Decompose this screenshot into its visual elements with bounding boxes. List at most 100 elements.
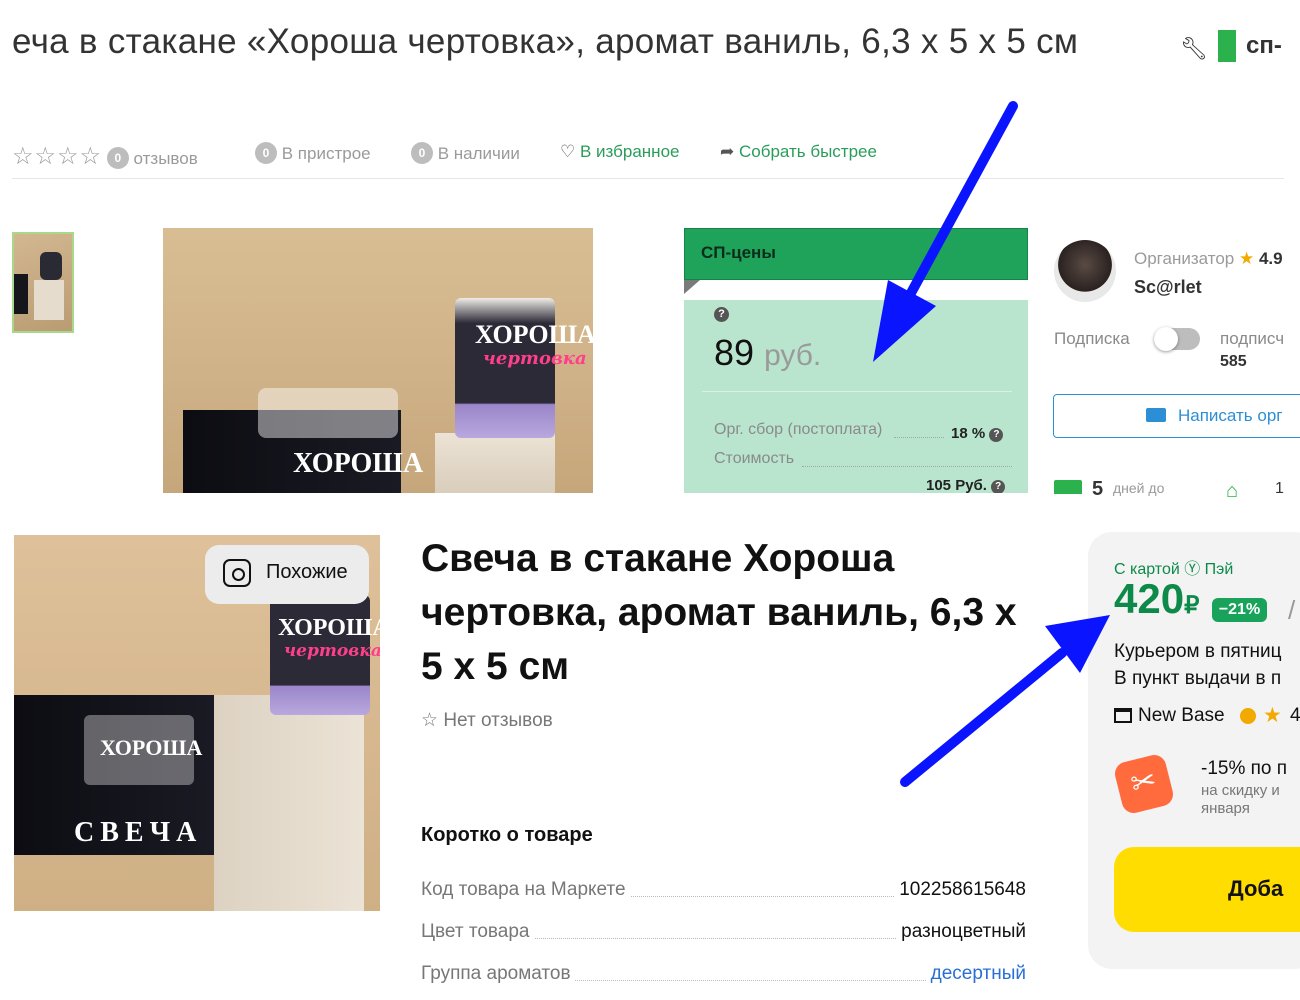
no-reviews[interactable]: ☆ Нет отзывов bbox=[421, 709, 553, 732]
days-label: дней до bbox=[1113, 480, 1165, 496]
sp-price: 89 руб. bbox=[714, 332, 821, 374]
help-icon[interactable]: ? bbox=[989, 428, 1004, 442]
divider bbox=[702, 391, 1012, 392]
in-stock-label: В наличии bbox=[437, 144, 520, 163]
scissors-icon: ✂ bbox=[1112, 752, 1176, 816]
similar-button[interactable]: Похожие bbox=[205, 545, 369, 604]
org-fee-label: Орг. сбор (постоплата) bbox=[714, 421, 883, 438]
no-reviews-label: Нет отзывов bbox=[443, 710, 553, 731]
candle-label-script: чертовка bbox=[284, 641, 380, 661]
price-slash: / bbox=[1288, 595, 1296, 625]
favorite-link[interactable]: ♡ В избранное bbox=[560, 142, 679, 162]
calendar-icon bbox=[1054, 480, 1082, 494]
courier-delivery: Курьером в пятниц bbox=[1114, 641, 1282, 662]
organizer-rating: 4.9 bbox=[1258, 249, 1283, 268]
sp-tag: сп- bbox=[1246, 32, 1282, 59]
thumb-box bbox=[14, 274, 28, 314]
spec-value: разноцветный bbox=[897, 921, 1026, 943]
shop-name[interactable]: New Base bbox=[1138, 705, 1225, 727]
subscribers-label: подписч bbox=[1220, 329, 1285, 348]
dot-leader bbox=[894, 437, 944, 438]
market-price-card: С картой Ⓨ Пэй 420₽ −21% / Курьером в пя… bbox=[1088, 532, 1300, 969]
spec-row: Цвет товара разноцветный bbox=[421, 921, 1026, 945]
in-stock-item[interactable]: 0 В наличии bbox=[411, 142, 520, 164]
bag-number: 1 bbox=[1275, 480, 1284, 497]
thumb-stone bbox=[34, 280, 64, 320]
reviews-count-badge: 0 bbox=[106, 147, 129, 169]
meta-row: ☆☆☆☆ 0 отзывов 0 В пристрое 0 В наличии … bbox=[12, 142, 1284, 179]
favorite-label: В избранное bbox=[579, 142, 680, 161]
sp-price-currency: руб. bbox=[764, 339, 822, 372]
pickup-delivery: В пункт выдачи в п bbox=[1114, 668, 1282, 689]
star-icon: ★ bbox=[1263, 704, 1282, 727]
box-label-word: СВЕЧА bbox=[74, 817, 203, 848]
spec-key: Код товара на Маркете bbox=[421, 879, 630, 901]
stone-block bbox=[214, 695, 364, 911]
market-price-value: 420 bbox=[1114, 575, 1185, 622]
spec-key: Цвет товара bbox=[421, 921, 534, 943]
box-window bbox=[84, 715, 194, 785]
help-icon[interactable]: ? bbox=[991, 480, 1006, 493]
cost-label: Стоимость bbox=[714, 450, 795, 467]
bag-icon: ⌂ bbox=[1226, 480, 1239, 502]
organizer-label-text: Организатор bbox=[1134, 249, 1235, 268]
product-title: еча в стакане «Хороша чертовка», аромат … bbox=[12, 22, 1079, 61]
organizer-name[interactable]: Sc@rlet bbox=[1134, 277, 1202, 298]
verified-icon bbox=[1240, 708, 1256, 724]
organizer-label: Организатор ★ 4.9 bbox=[1134, 249, 1283, 269]
heart-icon: ♡ bbox=[560, 142, 576, 161]
product-thumbnail[interactable] bbox=[12, 232, 74, 333]
deal-subtext: на скидку и января bbox=[1201, 782, 1280, 817]
spec-value-link[interactable]: десертный bbox=[926, 963, 1026, 985]
sp-prices-header: СП-цены bbox=[684, 228, 1028, 280]
cost-value-text: 105 Руб. bbox=[926, 477, 987, 493]
toggle-knob bbox=[1154, 327, 1178, 351]
subscription-toggle[interactable] bbox=[1154, 327, 1200, 351]
share-icon: ➦ bbox=[720, 142, 735, 161]
market-price-currency: ₽ bbox=[1184, 592, 1200, 619]
sp-price-value: 89 bbox=[714, 332, 755, 373]
star-empty-icon: ☆☆☆☆ bbox=[12, 143, 103, 170]
candle-glass: ХОРОША чертовка bbox=[455, 298, 593, 438]
wrench-icon[interactable]: 🔧︎ bbox=[1180, 36, 1208, 62]
status-bar-icon bbox=[1218, 30, 1236, 62]
spec-key: Группа ароматов bbox=[421, 963, 575, 985]
sp-header-gap bbox=[684, 280, 1028, 300]
subscribers-count: 585 bbox=[1220, 353, 1247, 370]
reviews-label: отзывов bbox=[133, 149, 198, 168]
help-icon[interactable]: ? bbox=[714, 307, 729, 322]
add-to-cart-button[interactable]: Доба bbox=[1114, 847, 1300, 932]
candle-label-text: ХОРОША bbox=[475, 320, 593, 349]
rating-stars[interactable]: ☆☆☆☆ 0 отзывов bbox=[12, 142, 198, 171]
candle-label-script: чертовка bbox=[483, 348, 587, 369]
in-stock-count-badge: 0 bbox=[411, 142, 433, 164]
shop-rating: 4 bbox=[1290, 705, 1300, 726]
collect-label: Собрать быстрее bbox=[738, 142, 877, 161]
spec-row: Группа ароматов десертный bbox=[421, 963, 1026, 987]
candle-glass: ХОРОША чертовка bbox=[270, 595, 380, 715]
market-product-title: Свеча в стакане Хороша чертовка, аромат … bbox=[421, 537, 1017, 688]
thumb-glass bbox=[40, 252, 62, 280]
pristroy-count-badge: 0 bbox=[255, 142, 277, 164]
write-organizer-button[interactable]: Написать орг bbox=[1053, 394, 1300, 438]
pristroy-label: В пристрое bbox=[281, 144, 371, 163]
shop-icon bbox=[1114, 708, 1132, 723]
write-organizer-label: Написать орг bbox=[1178, 406, 1283, 425]
spec-value: 102258615648 bbox=[895, 879, 1026, 901]
box-label-text: ХОРОША bbox=[293, 448, 424, 479]
pristroy-item[interactable]: 0 В пристрое bbox=[255, 142, 371, 164]
discount-badge: −21% bbox=[1212, 598, 1267, 622]
sp-price-panel: СП-цены ? 89 руб. Орг. сбор (постоплата)… bbox=[684, 228, 1028, 493]
spec-row: Код товара на Маркете 102258615648 bbox=[421, 879, 1026, 903]
deal-text[interactable]: -15% по п bbox=[1201, 758, 1287, 780]
org-fee-value-text: 18 % bbox=[951, 425, 986, 442]
org-fee-value: 18 % ? bbox=[951, 425, 1004, 442]
subscription-label: Подписка bbox=[1054, 329, 1130, 348]
box-window bbox=[258, 388, 398, 438]
candle-label-text: ХОРОША bbox=[278, 615, 380, 641]
mail-icon bbox=[1146, 408, 1166, 422]
collect-faster-link[interactable]: ➦ Собрать быстрее bbox=[720, 142, 877, 162]
organizer-avatar[interactable] bbox=[1054, 240, 1116, 302]
product-photo[interactable]: ХОРОША чертовка ХОРОША bbox=[163, 228, 593, 493]
stone-block bbox=[435, 433, 555, 493]
